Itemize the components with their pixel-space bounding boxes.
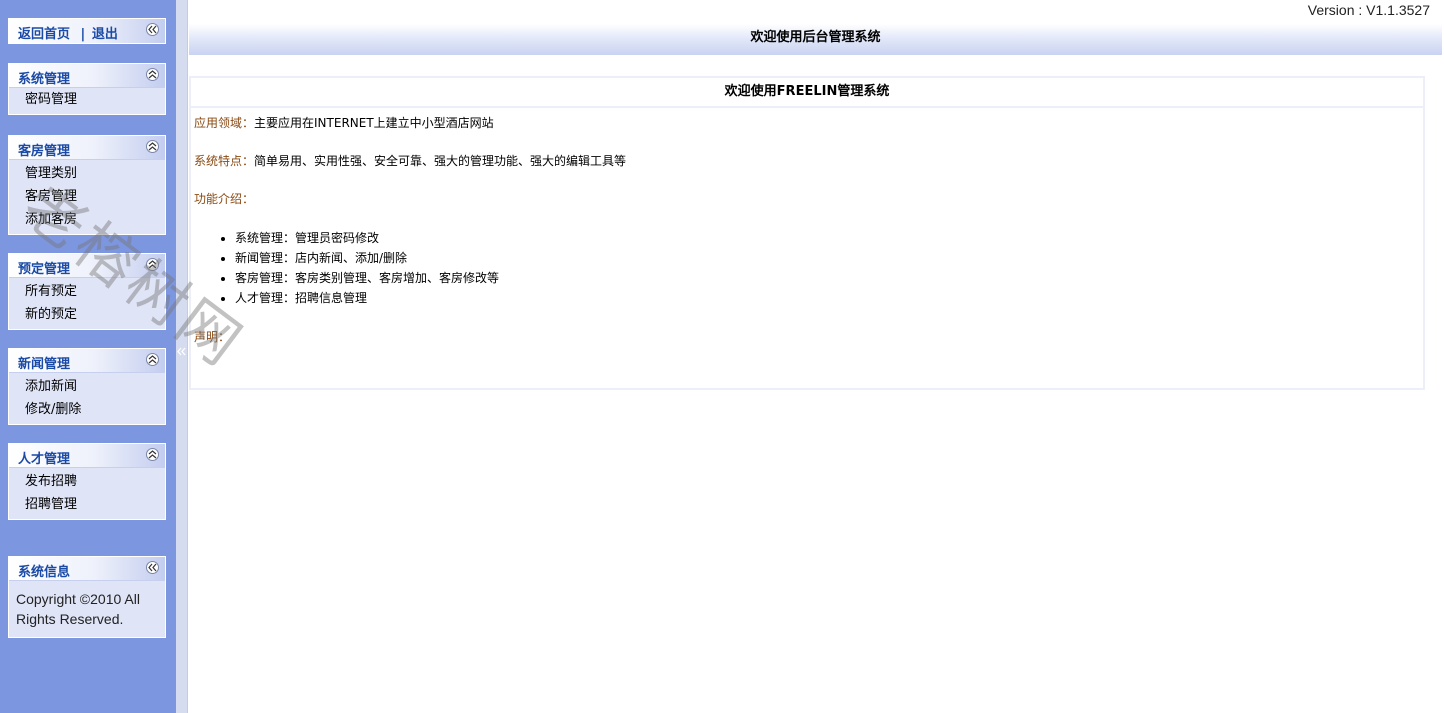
panel-system-header[interactable]: 系统管理 xyxy=(9,64,165,88)
list-item: 系统管理：管理员密码修改 xyxy=(235,228,499,248)
panel-sysinfo: 系统信息 Copyright ©2010 All Rights Reserved… xyxy=(8,556,166,638)
intro-line: 功能介绍： xyxy=(194,190,254,207)
feature-list: 系统管理：管理员密码修改 新闻管理：店内新闻、添加/删除 客房管理：客房类别管理… xyxy=(231,228,499,308)
panel-talent-title: 人才管理 xyxy=(18,452,71,467)
collapse-up-icon[interactable] xyxy=(146,353,159,366)
collapse-up-icon[interactable] xyxy=(146,258,159,271)
panel-rooms-header[interactable]: 客房管理 xyxy=(9,136,165,160)
sidebar-item-edit-news[interactable]: 修改/删除 xyxy=(9,398,165,421)
sidebar-item-room-categories[interactable]: 管理类别 xyxy=(9,162,165,185)
copyright-line-1: Copyright ©2010 All xyxy=(16,591,140,607)
welcome-box: 欢迎使用FREELIN管理系统 应用领域：主要应用在INTERNET上建立中小型… xyxy=(189,76,1425,390)
version-label: Version : V1.1.3527 xyxy=(1307,2,1430,18)
application-field-value: 主要应用在INTERNET上建立中小型酒店网站 xyxy=(254,116,494,130)
panel-talent-header[interactable]: 人才管理 xyxy=(9,444,165,468)
sidebar-item-room-manage[interactable]: 客房管理 xyxy=(9,185,165,208)
panel-bookings: 预定管理 所有预定 新的预定 xyxy=(8,253,166,330)
features-value: 简单易用、实用性强、安全可靠、强大的管理功能、强大的编辑工具等 xyxy=(254,154,627,168)
collapse-sidebar-icon[interactable] xyxy=(177,347,186,359)
sidebar-item-all-bookings[interactable]: 所有预定 xyxy=(9,280,165,303)
sidebar-item-add-room[interactable]: 添加客房 xyxy=(9,208,165,231)
panel-news: 新闻管理 添加新闻 修改/删除 xyxy=(8,348,166,425)
nav-links: 返回首页 | 退出 xyxy=(18,23,118,42)
list-item: 人才管理：招聘信息管理 xyxy=(235,288,499,308)
application-field-line: 应用领域：主要应用在INTERNET上建立中小型酒店网站 xyxy=(194,114,494,131)
panel-bookings-title: 预定管理 xyxy=(18,262,71,277)
features-line: 系统特点：简单易用、实用性强、安全可靠、强大的管理功能、强大的编辑工具等 xyxy=(194,152,626,169)
header-bar: 欢迎使用后台管理系统 xyxy=(189,24,1442,55)
sidebar-item-new-bookings[interactable]: 新的预定 xyxy=(9,303,165,326)
intro-label: 功能介绍： xyxy=(194,192,255,206)
collapse-up-icon[interactable] xyxy=(146,68,159,81)
panel-rooms: 客房管理 管理类别 客房管理 添加客房 xyxy=(8,135,166,235)
panel-news-header[interactable]: 新闻管理 xyxy=(9,349,165,373)
nav-separator: | xyxy=(80,27,86,42)
sidebar-item-manage-jobs[interactable]: 招聘管理 xyxy=(9,493,165,516)
welcome-box-title: 欢迎使用FREELIN管理系统 xyxy=(191,78,1423,108)
statement-label: 声明： xyxy=(194,330,231,344)
panel-bookings-header[interactable]: 预定管理 xyxy=(9,254,165,278)
panel-sysinfo-title: 系统信息 xyxy=(18,565,71,580)
sidebar-item-post-job[interactable]: 发布招聘 xyxy=(9,470,165,493)
collapse-left-icon[interactable] xyxy=(146,23,159,36)
sidebar-splitter[interactable] xyxy=(176,0,188,713)
features-label: 系统特点： xyxy=(194,154,255,168)
collapse-up-icon[interactable] xyxy=(146,448,159,461)
list-item: 新闻管理：店内新闻、添加/删除 xyxy=(235,248,499,268)
logout-link[interactable]: 退出 xyxy=(92,27,118,42)
statement-line: 声明： xyxy=(194,328,230,345)
panel-news-title: 新闻管理 xyxy=(18,357,71,372)
panel-rooms-title: 客房管理 xyxy=(18,144,71,159)
application-field-label: 应用领域： xyxy=(194,116,255,130)
collapse-left-icon[interactable] xyxy=(146,561,159,574)
page-title: 欢迎使用后台管理系统 xyxy=(750,30,881,45)
sidebar: 返回首页 | 退出 系统管理 密码管理 客房管理 管理类别 客房管理 添加客房 … xyxy=(0,0,176,713)
panel-talent: 人才管理 发布招聘 招聘管理 xyxy=(8,443,166,520)
nav-panel: 返回首页 | 退出 xyxy=(8,18,166,44)
sidebar-item-password[interactable]: 密码管理 xyxy=(9,88,165,111)
panel-system: 系统管理 密码管理 xyxy=(8,63,166,115)
home-link[interactable]: 返回首页 xyxy=(18,27,70,42)
list-item: 客房管理：客房类别管理、客房增加、客房修改等 xyxy=(235,268,499,288)
collapse-up-icon[interactable] xyxy=(146,140,159,153)
copyright-text: Copyright ©2010 All Rights Reserved. xyxy=(9,581,165,637)
nav-panel-header: 返回首页 | 退出 xyxy=(9,19,165,43)
panel-system-title: 系统管理 xyxy=(18,72,71,87)
sidebar-item-add-news[interactable]: 添加新闻 xyxy=(9,375,165,398)
panel-sysinfo-header[interactable]: 系统信息 xyxy=(9,557,165,581)
copyright-line-2: Rights Reserved. xyxy=(16,611,124,627)
